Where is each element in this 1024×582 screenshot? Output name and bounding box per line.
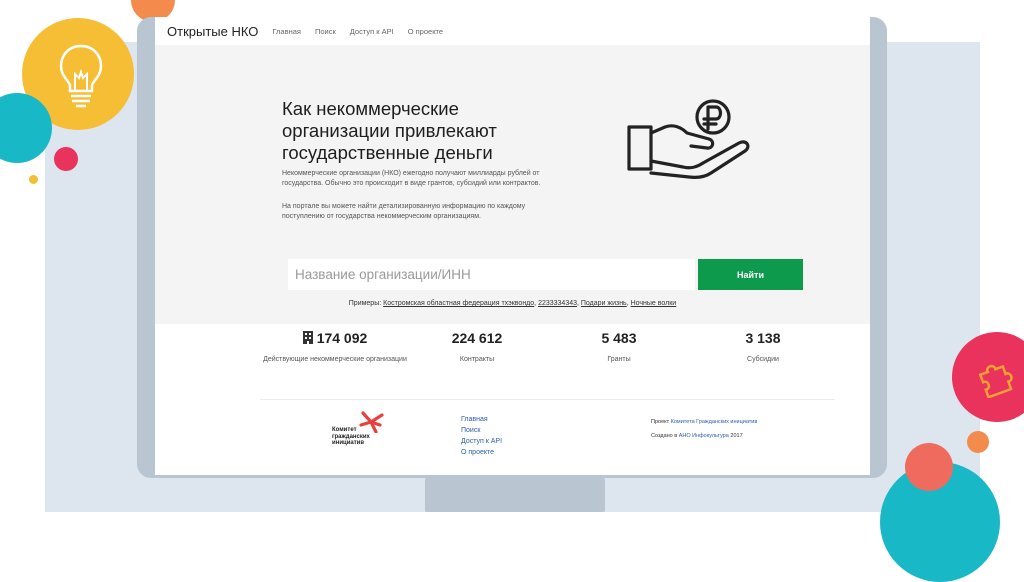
nav-search[interactable]: Поиск — [315, 27, 336, 36]
stat-value: 5 483 — [601, 330, 637, 346]
footer-project-line: Проект Комитета Гражданских инициатив — [651, 419, 757, 425]
example-link[interactable]: Ночные волки — [631, 300, 677, 307]
puzzle-icon — [978, 364, 1013, 398]
search-examples: Примеры: Костромская областная федерация… — [348, 300, 677, 307]
nav-home[interactable]: Главная — [272, 27, 301, 36]
stat-label: Контракты — [459, 356, 495, 363]
committee-logo-text: Комитет гражданских инициатив — [332, 427, 370, 446]
stat-value: 174 092 — [316, 330, 368, 346]
footer-created-year: 2017 — [730, 433, 743, 439]
search-button[interactable]: Найти — [698, 259, 803, 290]
footer-link-home[interactable]: Главная — [461, 414, 502, 425]
hero-paragraph-1: Некоммерческие организации (НКО) ежегодн… — [282, 170, 541, 187]
stat-value: 3 138 — [745, 330, 781, 346]
stat-subsidies: 3 138 Субсидии — [688, 324, 838, 365]
building-icon — [302, 331, 313, 344]
footer-info: Проект Комитета Гражданских инициатив Со… — [651, 419, 757, 447]
stat-label: Гранты — [607, 356, 631, 363]
footer-links: Главная Поиск Доступ к API О проекте — [461, 414, 502, 458]
footer-link-about[interactable]: О проекте — [461, 447, 502, 458]
footer-created-prefix: Создано в — [651, 433, 678, 439]
stat-contracts: 224 612 Контракты — [402, 324, 552, 365]
hero-paragraph-2: На портале вы можете найти детализирован… — [282, 203, 526, 220]
footer-created-line: Создано в АНО Инфокультура 2017 — [651, 433, 757, 439]
stat-label: Действующие некоммерческие организации — [263, 356, 407, 363]
top-navbar: Открытые НКО Главная Поиск Доступ к API … — [155, 17, 870, 45]
decor-circle-orange-small — [967, 431, 989, 453]
organization-search-input[interactable] — [288, 259, 695, 290]
example-link[interactable]: Костромская областная федерация тхэквонд… — [383, 300, 534, 307]
stat-organizations: 174 092 Действующие некоммерческие орган… — [260, 324, 410, 365]
hero-section: Как некоммерческие организации привлекаю… — [155, 45, 870, 324]
footer-project-link[interactable]: Комитета Гражданских инициатив — [671, 419, 758, 425]
examples-prefix: Примеры: — [348, 300, 382, 307]
lightbulb-icon — [59, 44, 103, 108]
footer-created-link[interactable]: АНО Инфокультура — [679, 433, 729, 439]
nav-about[interactable]: О проекте — [408, 27, 443, 36]
monitor-stand — [425, 478, 605, 512]
decor-circle-coral — [905, 443, 953, 491]
example-link[interactable]: Подари жизнь — [581, 300, 627, 307]
statistics-section: 174 092 Действующие некоммерческие орган… — [155, 324, 870, 404]
footer-divider — [260, 399, 835, 400]
decor-circle-pink — [54, 147, 78, 171]
nav-api-access[interactable]: Доступ к API — [350, 27, 394, 36]
stat-label: Субсидии — [747, 356, 779, 363]
stat-grants: 5 483 Гранты — [544, 324, 694, 365]
footer-link-api[interactable]: Доступ к API — [461, 436, 502, 447]
footer-project-prefix: Проект — [651, 419, 670, 425]
example-link[interactable]: 2233334343 — [538, 300, 577, 307]
stat-value: 224 612 — [451, 330, 503, 346]
committee-logo[interactable]: Комитет гражданских инициатив — [332, 411, 392, 447]
site-brand[interactable]: Открытые НКО — [167, 24, 258, 39]
hero-title: Как некоммерческие организации привлекаю… — [282, 98, 497, 163]
website-screen: Открытые НКО Главная Поиск Доступ к API … — [155, 17, 870, 475]
decor-dot-yellow — [29, 175, 38, 184]
footer-link-search[interactable]: Поиск — [461, 425, 502, 436]
hand-with-ruble-coin-icon — [627, 99, 750, 179]
